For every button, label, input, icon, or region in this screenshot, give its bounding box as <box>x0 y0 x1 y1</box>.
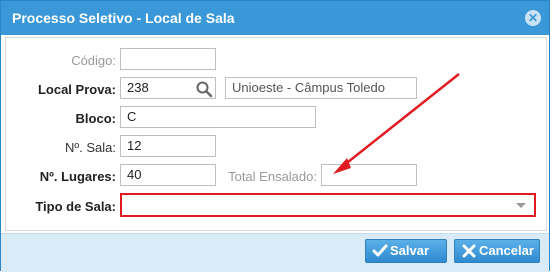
dialog-window: Processo Seletivo - Local de Sala ✕ Códi… <box>0 0 550 272</box>
dialog-footer: Salvar Cancelar <box>1 233 549 272</box>
check-icon <box>372 244 388 257</box>
cancel-button[interactable]: Cancelar <box>454 239 540 263</box>
annotation-arrow <box>333 73 460 174</box>
cancel-label: Cancelar <box>479 243 534 258</box>
close-icon <box>462 244 476 258</box>
save-label: Salvar <box>390 243 430 258</box>
save-button[interactable]: Salvar <box>365 239 447 263</box>
